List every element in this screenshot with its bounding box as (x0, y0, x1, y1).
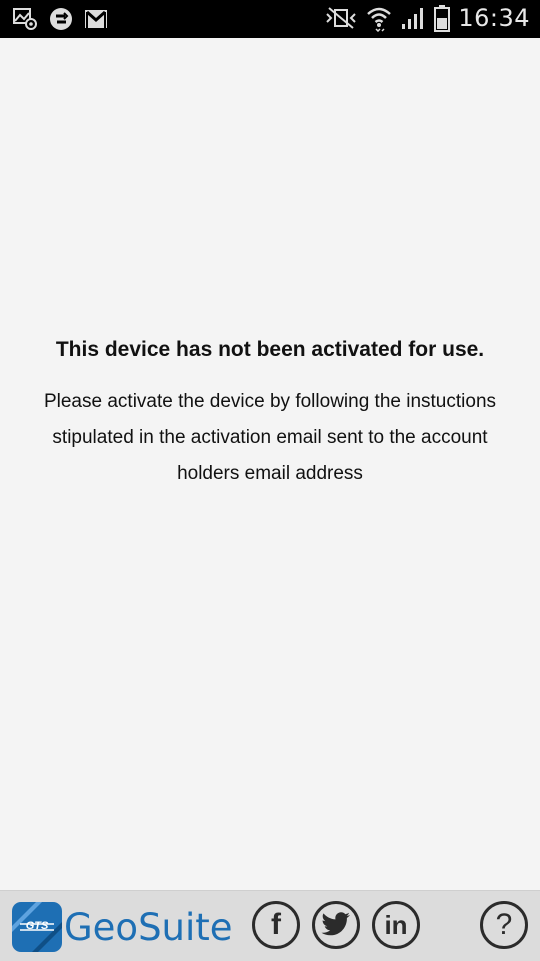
status-bar: 16:34 (0, 0, 540, 38)
footer-bar: GTS GeoSuite f in ? (0, 890, 540, 961)
sync-app-icon (49, 7, 73, 31)
instructions-line-1: Please activate the device by following … (43, 391, 497, 412)
twitter-icon (321, 912, 351, 938)
status-clock: 16:34 (458, 4, 530, 32)
gmail-icon (84, 9, 108, 29)
activation-heading: This device has not been activated for u… (55, 338, 485, 361)
linkedin-icon: in (384, 909, 408, 940)
geosuite-logo: GTS GeoSuite (12, 902, 233, 952)
activation-message: This device has not been activated for u… (10, 338, 530, 492)
battery-icon (434, 4, 451, 32)
facebook-button[interactable]: f (252, 901, 300, 949)
logo-text: GeoSuite (64, 905, 233, 949)
system-icons: 16:34 (324, 4, 530, 32)
notification-icons (12, 7, 108, 31)
gallery-at-icon (12, 7, 38, 31)
vibrate-mute-icon (324, 6, 358, 30)
instructions-line-3: holders email address (177, 463, 363, 484)
facebook-icon: f (271, 908, 281, 941)
help-icon: ? (495, 908, 513, 941)
instructions-line-2: stipulated in the activation email sent … (52, 427, 488, 448)
wifi-icon (366, 4, 392, 32)
activation-screen: This device has not been activated for u… (0, 38, 540, 890)
twitter-button[interactable] (312, 901, 360, 949)
linkedin-button[interactable]: in (372, 901, 420, 949)
gts-logo-icon: GTS (12, 902, 62, 952)
signal-icon (400, 6, 426, 30)
logo-mark-text: GTS (26, 920, 49, 932)
activation-instructions: Please activate the device by following … (10, 384, 530, 492)
help-button[interactable]: ? (480, 901, 528, 949)
